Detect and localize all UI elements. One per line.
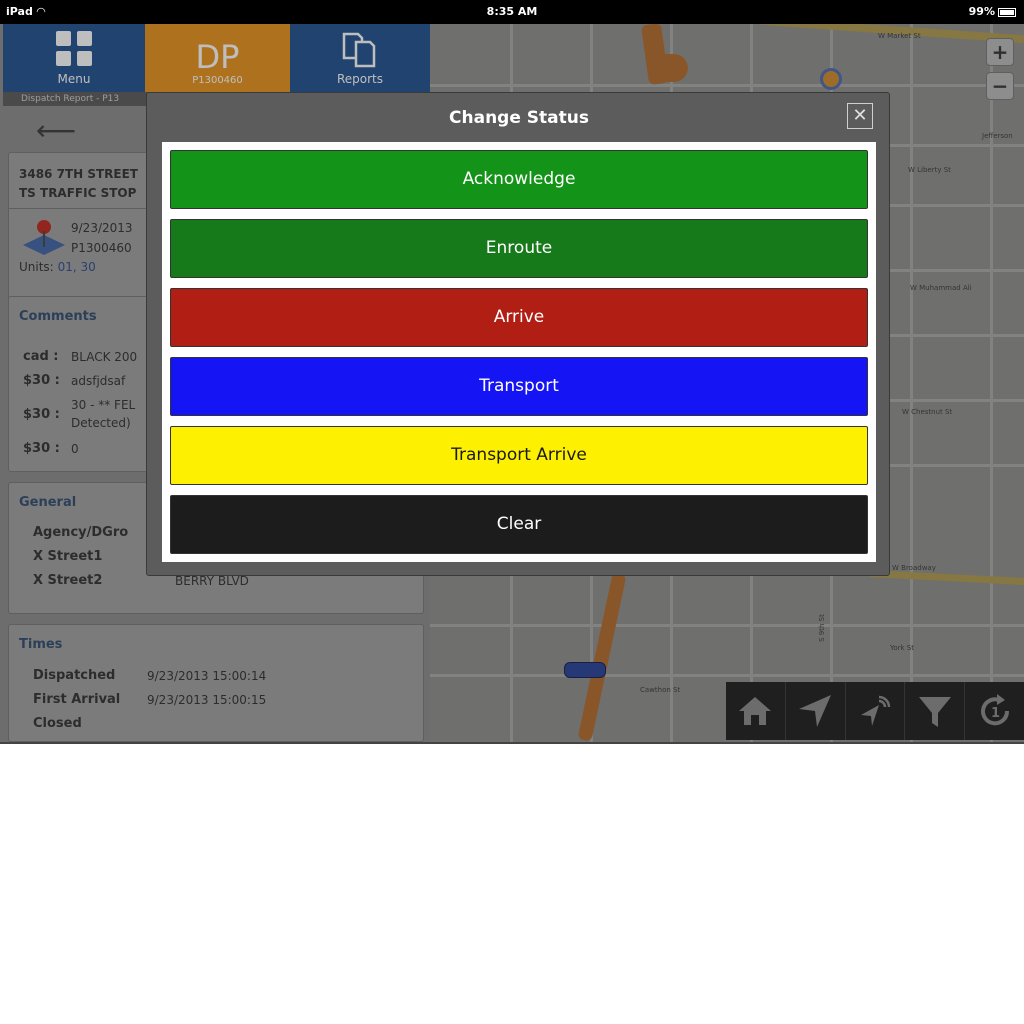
ipad-screen: iPad ◠ 8:35 AM 99% W Market St Jefferson… bbox=[0, 0, 1024, 744]
clear-button[interactable]: Clear bbox=[170, 495, 868, 554]
battery-status: 99% bbox=[969, 5, 1016, 18]
change-status-dialog: Change Status ✕ Acknowledge Enroute Arri… bbox=[146, 92, 890, 576]
acknowledge-button[interactable]: Acknowledge bbox=[170, 150, 868, 209]
transport-button[interactable]: Transport bbox=[170, 357, 868, 416]
dialog-title: Change Status bbox=[449, 108, 589, 128]
status-bar: iPad ◠ 8:35 AM 99% bbox=[0, 0, 1024, 24]
clock: 8:35 AM bbox=[486, 5, 538, 18]
enroute-button[interactable]: Enroute bbox=[170, 219, 868, 278]
arrive-button[interactable]: Arrive bbox=[170, 288, 868, 347]
battery-icon bbox=[998, 7, 1016, 17]
transport-arrive-button[interactable]: Transport Arrive bbox=[170, 426, 868, 485]
close-icon: ✕ bbox=[852, 105, 868, 126]
status-options: Acknowledge Enroute Arrive Transport Tra… bbox=[162, 142, 876, 562]
close-button[interactable]: ✕ bbox=[847, 103, 873, 129]
